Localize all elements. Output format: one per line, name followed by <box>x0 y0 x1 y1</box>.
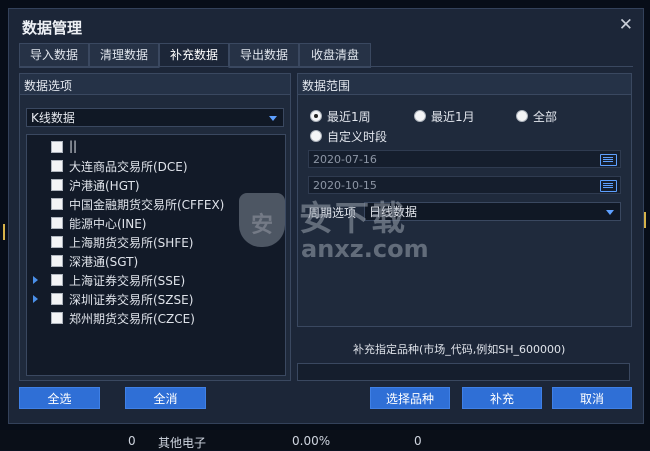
radio-button[interactable] <box>310 130 322 142</box>
radio-last-week[interactable]: 最近1周 <box>310 108 390 124</box>
keyboard-icon[interactable] <box>600 180 617 192</box>
list-item[interactable]: 郑州期货交易所(CZCE) <box>27 308 283 327</box>
tab-export[interactable]: 导出数据 <box>229 43 299 68</box>
background-cell: 0.00% <box>292 434 331 448</box>
shield-icon: 安 <box>239 193 285 247</box>
radio-custom-period[interactable]: 自定义时段 <box>310 128 400 144</box>
checkbox[interactable] <box>51 141 63 153</box>
tab-clean[interactable]: 清理数据 <box>89 43 159 68</box>
list-item-label: 郑州期货交易所(CZCE) <box>69 312 195 326</box>
background-cell: 0 <box>128 434 136 448</box>
range-panel-title: 数据范围 <box>302 79 351 93</box>
list-item[interactable]: 深圳证券交易所(SZSE) <box>27 289 283 308</box>
checkbox[interactable] <box>51 217 63 229</box>
deselect-all-button[interactable]: 全消 <box>125 387 206 409</box>
background-row: 0 其他电子 0.00% 0 <box>0 430 650 450</box>
checkbox[interactable] <box>51 293 63 305</box>
radio-last-month[interactable]: 最近1月 <box>414 108 494 124</box>
options-panel-title: 数据选项 <box>24 79 73 93</box>
list-item-label: 中国金融期货交易所(CFFEX) <box>69 198 225 212</box>
watermark-subtext: anxz.com <box>301 235 429 263</box>
chevron-down-icon <box>606 210 614 215</box>
list-item-label: 能源中心(INE) <box>69 217 147 231</box>
expand-arrow-icon[interactable] <box>33 276 38 284</box>
background-cell: 其他电子 <box>158 436 207 450</box>
close-icon[interactable]: ✕ <box>619 15 633 35</box>
background-marker <box>3 224 5 240</box>
watermark-shield-text: 安 <box>251 213 274 238</box>
background-marker <box>644 212 646 228</box>
list-item-label: 深圳证券交易所(SZSE) <box>69 293 194 307</box>
radio-all[interactable]: 全部 <box>516 108 576 124</box>
tab-close-market[interactable]: 收盘清盘 <box>299 43 371 68</box>
list-item-label: 沪港通(HGT) <box>69 179 140 193</box>
checkbox[interactable] <box>51 274 63 286</box>
keyboard-icon[interactable] <box>600 154 617 166</box>
checkbox[interactable] <box>51 236 63 248</box>
expand-arrow-icon[interactable] <box>33 295 38 303</box>
range-panel-header: 数据范围 <box>298 74 631 95</box>
chevron-down-icon <box>269 116 277 121</box>
list-item-label: 大连商品交易所(DCE) <box>69 160 188 174</box>
checkbox[interactable] <box>51 179 63 191</box>
radio-button[interactable] <box>516 110 528 122</box>
background-cell: 0 <box>414 434 422 448</box>
start-date-value: 2020-07-16 <box>313 153 377 166</box>
select-all-button[interactable]: 全选 <box>19 387 100 409</box>
list-item-label: 上海证券交易所(SSE) <box>69 274 186 288</box>
list-item[interactable]: 大连商品交易所(DCE) <box>27 156 283 175</box>
list-item-label: 深港通(SGT) <box>69 255 139 269</box>
radio-label: 全部 <box>533 110 558 124</box>
radio-button[interactable] <box>310 110 322 122</box>
radio-button[interactable] <box>414 110 426 122</box>
tab-supplement[interactable]: 补充数据 <box>159 43 229 68</box>
data-type-value: K线数据 <box>31 111 75 125</box>
data-management-dialog: 数据管理 ✕ 导入数据 清理数据 补充数据 导出数据 收盘清盘 数据选项 K线数… <box>8 8 644 424</box>
options-panel-header: 数据选项 <box>20 74 290 95</box>
tab-divider <box>19 66 633 67</box>
radio-label: 最近1月 <box>431 110 475 124</box>
list-item-label: || <box>69 139 78 153</box>
supplement-symbol-input[interactable] <box>297 363 630 381</box>
watermark-logo: 安 安下载 anxz.com <box>229 187 459 277</box>
checkbox[interactable] <box>51 198 63 210</box>
checkbox[interactable] <box>51 312 63 324</box>
cancel-button[interactable]: 取消 <box>552 387 632 409</box>
radio-label: 最近1周 <box>327 110 371 124</box>
supplement-hint: 补充指定品种(市场_代码,例如SH_600000) <box>353 343 566 356</box>
radio-label: 自定义时段 <box>327 130 388 144</box>
tab-import[interactable]: 导入数据 <box>19 43 89 68</box>
checkbox[interactable] <box>51 160 63 172</box>
dialog-title: 数据管理 <box>22 19 83 37</box>
supplement-button[interactable]: 补充 <box>462 387 542 409</box>
list-item[interactable]: || <box>27 137 283 156</box>
choose-symbol-button[interactable]: 选择品种 <box>370 387 450 409</box>
title-bar: 数据管理 ✕ <box>9 9 643 43</box>
checkbox[interactable] <box>51 255 63 267</box>
watermark-text: 安下载 <box>299 199 407 239</box>
list-item-label: 上海期货交易所(SHFE) <box>69 236 194 250</box>
data-type-select[interactable]: K线数据 <box>26 108 284 127</box>
start-date-field[interactable]: 2020-07-16 <box>308 150 621 168</box>
